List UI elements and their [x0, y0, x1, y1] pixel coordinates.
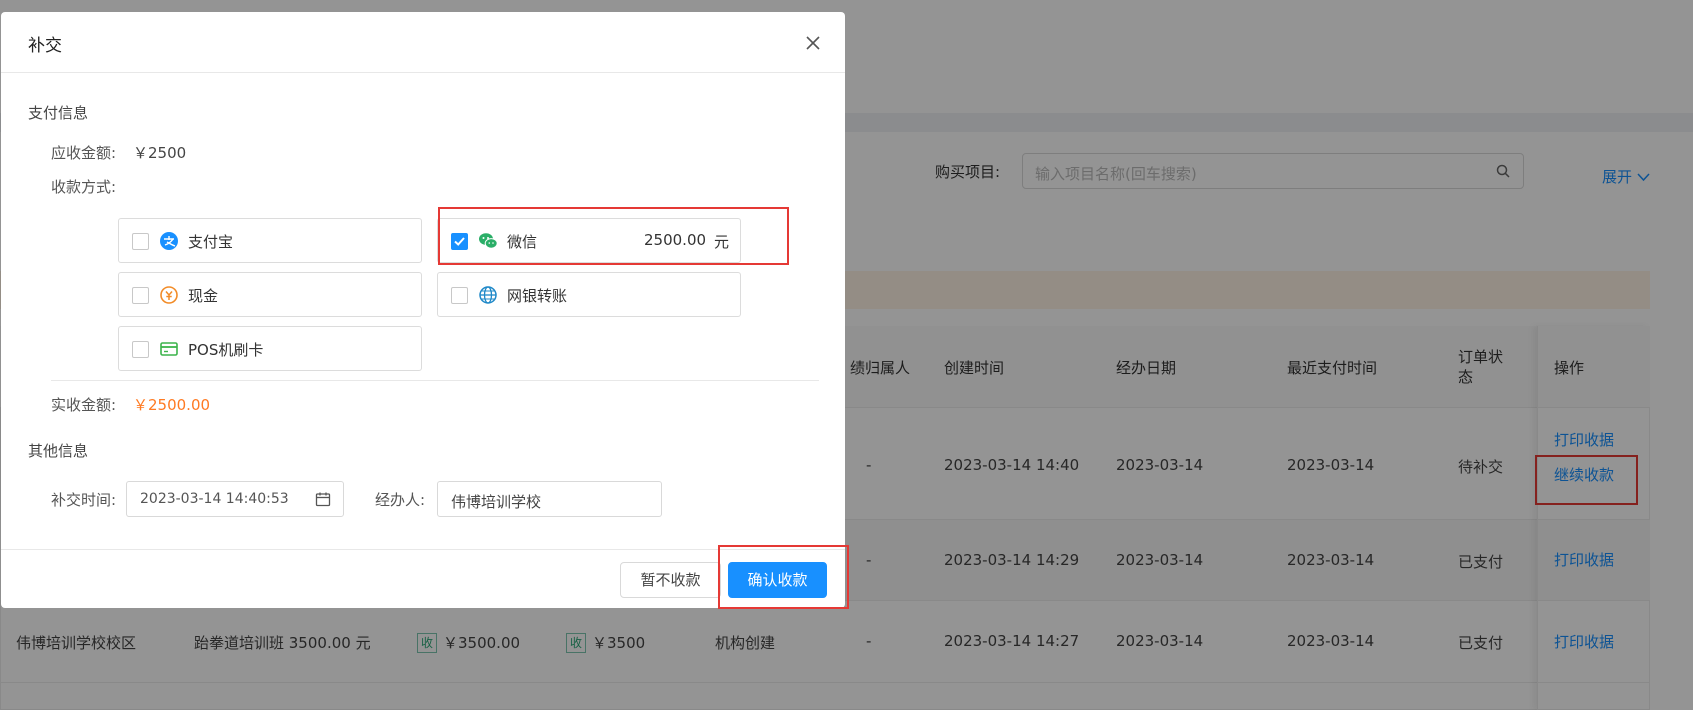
pos-card-icon — [160, 342, 178, 356]
supplement-time-picker[interactable]: 2023-03-14 14:40:53 — [126, 481, 344, 517]
actual-amount-value: ￥2500.00 — [133, 396, 211, 414]
payment-option-bank-transfer[interactable]: 网银转账 — [437, 272, 741, 317]
payment-method-label: 收款方式: — [51, 178, 117, 196]
alipay-icon — [160, 232, 178, 250]
section-divider — [51, 380, 819, 381]
payment-option-pos-card[interactable]: POS机刷卡 — [118, 326, 422, 371]
supplement-time-value: 2023-03-14 14:40:53 — [140, 491, 289, 507]
cash-checkbox[interactable] — [132, 287, 149, 304]
receivable-value: ￥2500 — [133, 144, 187, 162]
actual-amount-label: 实收金额: — [51, 396, 117, 414]
receivable-label: 应收金额: — [51, 144, 117, 162]
modal-header: 补交 — [1, 12, 845, 73]
bank-transfer-icon — [479, 286, 497, 304]
bank-transfer-label: 网银转账 — [507, 287, 568, 305]
payment-option-alipay[interactable]: 支付宝 — [118, 218, 422, 263]
modal-title: 补交 — [28, 36, 62, 56]
cash-label: 现金 — [188, 287, 219, 305]
other-info-title: 其他信息 — [28, 442, 89, 460]
bank-transfer-checkbox[interactable] — [451, 287, 468, 304]
pos-card-checkbox[interactable] — [132, 341, 149, 358]
cancel-collect-button[interactable]: 暂不收款 — [620, 562, 721, 598]
highlight-box-wechat — [438, 207, 789, 265]
supplement-time-label: 补交时间: — [51, 491, 117, 509]
supplement-payment-modal: 补交 支付信息 应收金额: ￥2500 收款方式: 支付宝 微信 2500.00… — [1, 12, 845, 608]
handler-label: 经办人: — [375, 491, 426, 509]
handler-input[interactable]: 伟博培训学校 — [437, 481, 662, 517]
pos-card-label: POS机刷卡 — [188, 341, 264, 359]
cash-icon — [160, 286, 178, 304]
close-icon[interactable] — [801, 31, 825, 55]
calendar-icon — [315, 492, 331, 507]
handler-value: 伟博培训学校 — [451, 493, 542, 511]
alipay-label: 支付宝 — [188, 233, 234, 251]
alipay-checkbox[interactable] — [132, 233, 149, 250]
payment-option-cash[interactable]: 现金 — [118, 272, 422, 317]
payment-info-title: 支付信息 — [28, 104, 89, 122]
highlight-box-confirm — [718, 545, 849, 609]
